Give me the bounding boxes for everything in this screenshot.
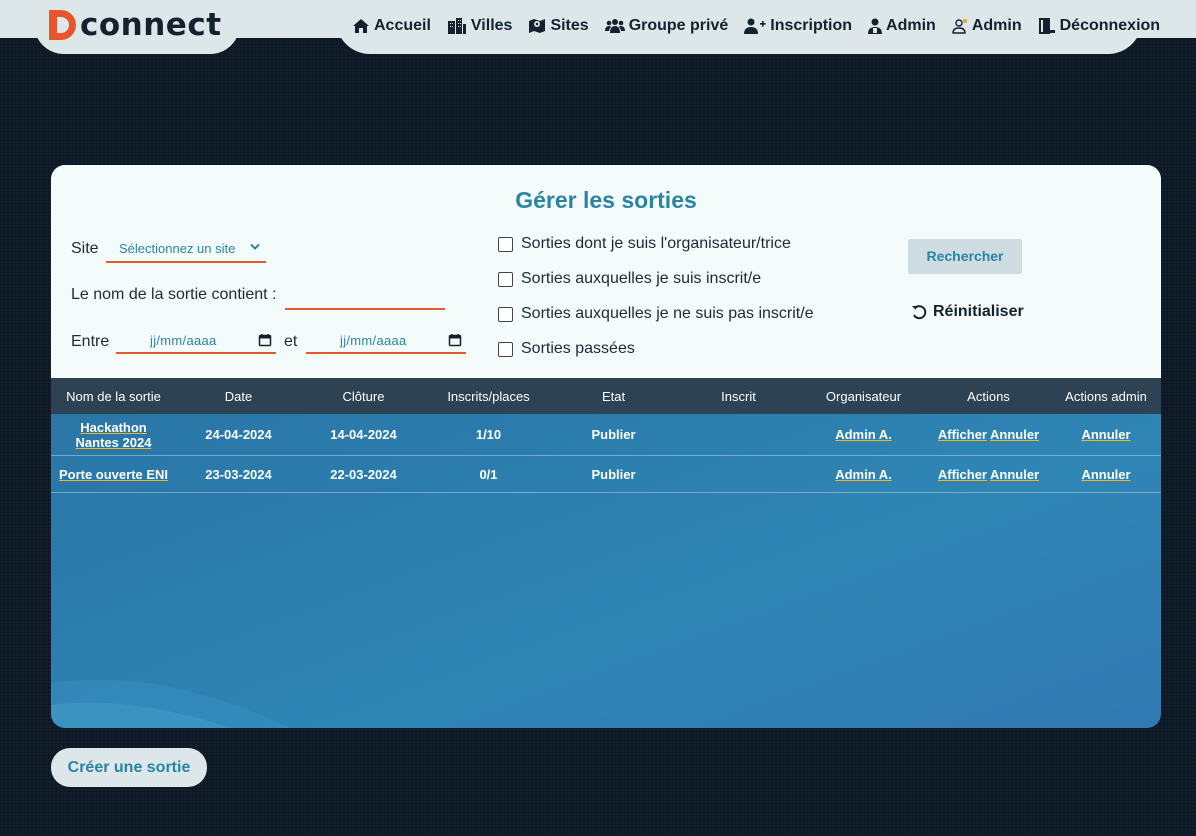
and-label: et xyxy=(284,333,298,350)
check-non-inscrit[interactable]: Sorties auxquelles je ne suis pas inscri… xyxy=(498,305,814,323)
cell-actions: Afficher Annuler xyxy=(926,456,1051,492)
col-actions[interactable]: Actions xyxy=(926,378,1051,414)
cell-organisateur: Admin A. xyxy=(801,414,926,455)
search-button[interactable]: Rechercher xyxy=(908,239,1022,274)
col-cloture[interactable]: Clôture xyxy=(301,378,426,414)
filters-panel: Gérer les sorties Site Sélectionnez un s… xyxy=(51,165,1161,378)
cell-etat: Publier xyxy=(591,427,636,442)
create-sortie-button[interactable]: Créer une sortie xyxy=(51,748,207,787)
between-label: Entre xyxy=(71,333,110,350)
nav-admin-2[interactable]: Admin xyxy=(952,17,1022,35)
reset-button[interactable]: Réinitialiser xyxy=(911,303,1024,321)
user-shield-icon xyxy=(868,18,883,34)
nav-accueil[interactable]: Accueil xyxy=(352,17,431,35)
sortie-link[interactable]: Hackathon Nantes 2024 xyxy=(58,420,170,450)
home-icon xyxy=(353,19,369,33)
organisateur-link[interactable]: Admin A. xyxy=(835,467,892,482)
check-passees[interactable]: Sorties passées xyxy=(498,340,635,358)
date-start-placeholder: jj/mm/aaaa xyxy=(150,332,217,348)
group-icon xyxy=(604,19,625,33)
cell-actions: Afficher Annuler xyxy=(926,414,1051,455)
cell-etat: Publier xyxy=(591,466,636,482)
name-filter-input[interactable] xyxy=(285,286,445,310)
col-inscrits[interactable]: Inscrits/places xyxy=(426,378,551,414)
afficher-link[interactable]: Afficher xyxy=(938,427,987,442)
nav-villes[interactable]: Villes xyxy=(447,17,512,35)
site-label: Site xyxy=(71,240,99,257)
col-inscrit[interactable]: Inscrit xyxy=(676,378,801,414)
nav-deconnexion[interactable]: Déconnexion xyxy=(1038,17,1160,35)
col-organisateur[interactable]: Organisateur xyxy=(801,378,926,414)
nav-admin-1[interactable]: Admin xyxy=(868,17,936,35)
logo[interactable]: connect xyxy=(46,7,222,43)
col-date[interactable]: Date xyxy=(176,378,301,414)
check-organisateur[interactable]: Sorties dont je suis l'organisateur/tric… xyxy=(498,235,791,253)
afficher-link[interactable]: Afficher xyxy=(938,467,987,482)
date-start-input[interactable]: jj/mm/aaaa xyxy=(116,328,276,354)
site-select-value: Sélectionnez un site xyxy=(119,240,236,256)
cell-date: 23-03-2024 xyxy=(205,466,272,482)
city-icon xyxy=(447,18,466,34)
logo-d-icon xyxy=(46,8,78,42)
chevron-down-icon xyxy=(250,243,260,250)
checkbox[interactable] xyxy=(498,271,513,287)
annuler-link[interactable]: Annuler xyxy=(990,427,1039,442)
checkbox[interactable] xyxy=(498,236,513,252)
cell-inscrits: 0/1 xyxy=(479,466,498,482)
annuler-link[interactable]: Annuler xyxy=(990,467,1039,482)
checkbox[interactable] xyxy=(498,306,513,322)
date-end-placeholder: jj/mm/aaaa xyxy=(340,332,407,348)
sortie-link[interactable]: Porte ouverte ENI xyxy=(59,467,168,482)
cell-inscrit xyxy=(676,456,801,492)
name-filter-label: Le nom de la sortie contient : xyxy=(71,286,277,303)
cell-inscrit xyxy=(676,414,801,455)
table-header: Nom de la sortie Date Clôture Inscrits/p… xyxy=(51,378,1161,414)
cell-inscrits: 1/10 xyxy=(475,427,502,442)
site-select[interactable]: Sélectionnez un site xyxy=(106,235,266,263)
nav-inscription[interactable]: Inscription xyxy=(744,17,852,35)
user-plus-icon xyxy=(744,18,766,34)
col-actions-admin[interactable]: Actions admin xyxy=(1051,378,1161,414)
admin-annuler-link[interactable]: Annuler xyxy=(1081,467,1130,482)
logo-text: connect xyxy=(80,7,222,43)
calendar-icon[interactable] xyxy=(448,333,462,347)
col-etat[interactable]: Etat xyxy=(551,378,676,414)
cell-cloture: 14-04-2024 xyxy=(330,427,397,442)
col-nom[interactable]: Nom de la sortie xyxy=(51,378,176,414)
organisateur-link[interactable]: Admin A. xyxy=(835,427,892,442)
cell-nom: Hackathon Nantes 2024 xyxy=(51,414,176,455)
cell-date: 24-04-2024 xyxy=(205,427,272,442)
decorative-wave xyxy=(51,679,291,728)
date-end-input[interactable]: jj/mm/aaaa xyxy=(306,328,466,354)
nav-sites[interactable]: Sites xyxy=(528,17,589,35)
cell-organisateur: Admin A. xyxy=(801,456,926,492)
nav-groupe-prive[interactable]: Groupe privé xyxy=(604,17,728,35)
cell-actions-admin: Annuler xyxy=(1051,456,1161,492)
cell-nom: Porte ouverte ENI xyxy=(51,456,176,492)
checkbox[interactable] xyxy=(498,341,513,357)
main-nav: Accueil Villes Sites Groupe privé Inscri… xyxy=(352,14,1160,38)
map-icon xyxy=(529,19,546,33)
page-title: Gérer les sorties xyxy=(515,187,697,213)
user-gear-icon xyxy=(952,19,967,34)
check-inscrit[interactable]: Sorties auxquelles je suis inscrit/e xyxy=(498,270,761,288)
admin-annuler-link[interactable]: Annuler xyxy=(1081,427,1130,442)
calendar-icon[interactable] xyxy=(258,333,272,347)
sorties-card: Gérer les sorties Site Sélectionnez un s… xyxy=(51,165,1161,728)
table-row: Hackathon Nantes 2024 24-04-2024 14-04-2… xyxy=(51,414,1161,456)
cell-cloture: 22-03-2024 xyxy=(330,466,397,482)
table-row: Porte ouverte ENI 23-03-2024 22-03-2024 … xyxy=(51,456,1161,493)
undo-icon xyxy=(912,305,927,320)
cell-actions-admin: Annuler xyxy=(1051,414,1161,455)
door-icon xyxy=(1038,18,1055,34)
